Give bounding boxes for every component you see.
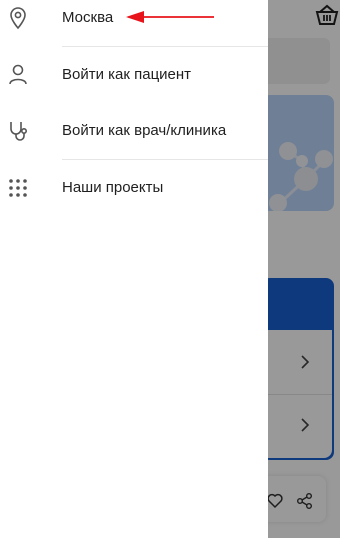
menu-item-label: Наши проекты [62, 179, 164, 196]
location-pin-icon [6, 6, 30, 30]
annotation-arrow [126, 11, 214, 23]
menu-item-login-patient[interactable]: Войти как пациент [0, 47, 268, 103]
grid-dots-icon [6, 176, 30, 200]
menu-item-label: Войти как врач/клиника [62, 122, 227, 139]
menu-item-login-doctor[interactable]: Войти как врач/клиника [0, 103, 268, 159]
menu-item-label: Москва [62, 9, 114, 26]
menu-item-projects[interactable]: Наши проекты [0, 160, 268, 216]
navigation-drawer: Москва Войти как пациент Войти как врач/… [0, 0, 268, 538]
menu-item-label: Войти как пациент [62, 66, 192, 83]
stethoscope-icon [6, 119, 30, 143]
user-icon [6, 63, 30, 87]
